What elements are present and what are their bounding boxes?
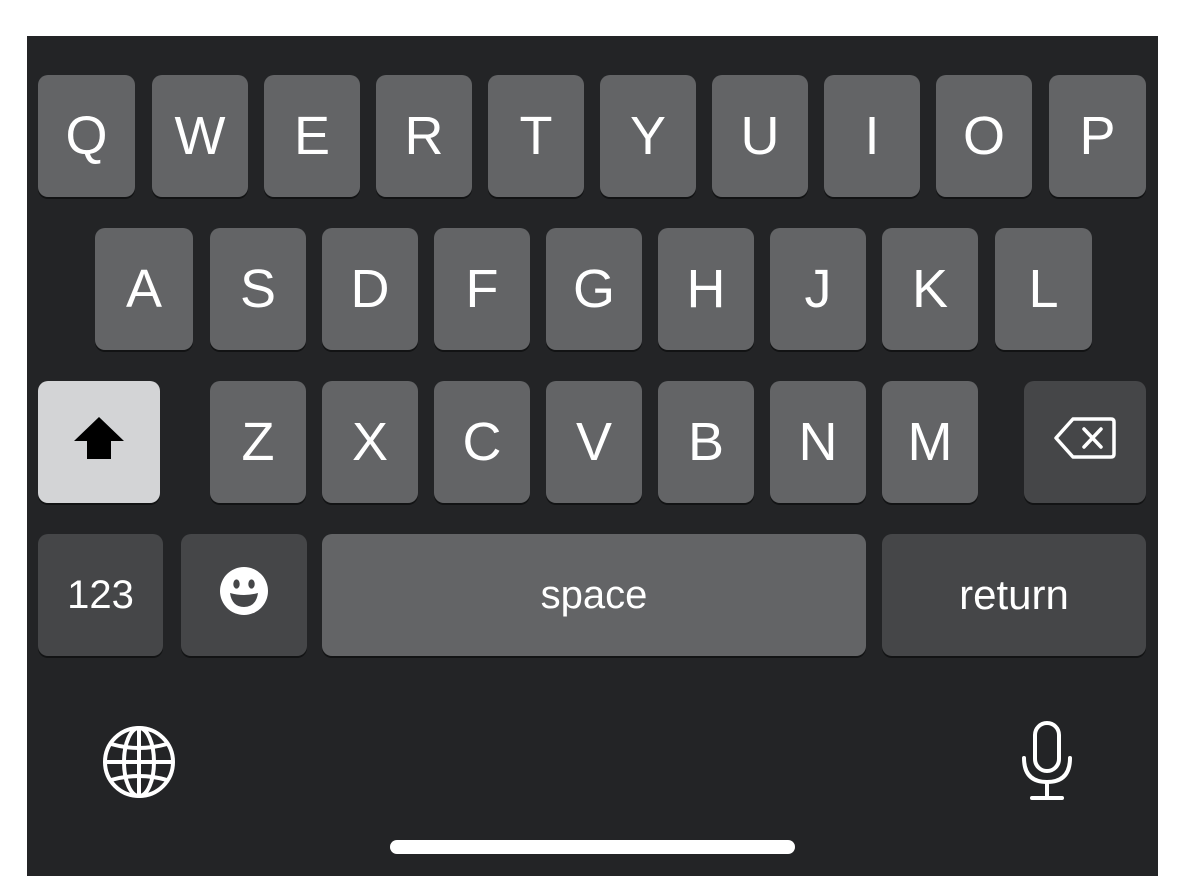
key-t[interactable]: T [488, 75, 584, 197]
delete-key[interactable] [1024, 381, 1146, 503]
return-label: return [959, 571, 1069, 618]
key-label: P [1079, 106, 1116, 166]
key-label: I [864, 106, 880, 166]
key-label: V [575, 412, 613, 472]
key-label: A [125, 259, 163, 319]
key-o[interactable]: O [936, 75, 1032, 197]
key-label: L [1028, 259, 1059, 319]
key-l[interactable]: L [995, 228, 1092, 350]
key-k[interactable]: K [882, 228, 978, 350]
key-m[interactable]: M [882, 381, 978, 503]
key-r[interactable]: R [376, 75, 472, 197]
return-key[interactable]: return [882, 534, 1146, 656]
space-key[interactable]: space [322, 534, 866, 656]
numbers-label: 123 [67, 573, 134, 617]
key-label: W [174, 106, 226, 166]
microphone-icon [1019, 720, 1075, 807]
key-i[interactable]: I [824, 75, 920, 197]
key-v[interactable]: V [546, 381, 642, 503]
key-label: D [350, 259, 390, 319]
key-label: R [404, 106, 444, 166]
key-label: B [687, 412, 725, 472]
key-label: F [465, 259, 499, 319]
microphone-button[interactable] [1017, 720, 1077, 807]
emoji-smile-icon [219, 566, 269, 625]
key-w[interactable]: W [152, 75, 248, 197]
key-h[interactable]: H [658, 228, 754, 350]
shift-key[interactable] [38, 381, 160, 503]
key-label: Z [241, 412, 275, 472]
key-label: X [351, 412, 389, 472]
key-y[interactable]: Y [600, 75, 696, 197]
home-indicator [390, 840, 795, 854]
key-q[interactable]: Q [38, 75, 135, 197]
key-x[interactable]: X [322, 381, 418, 503]
key-u[interactable]: U [712, 75, 808, 197]
shift-arrow-icon [72, 415, 126, 470]
key-p[interactable]: P [1049, 75, 1146, 197]
emoji-key[interactable] [181, 534, 307, 656]
key-z[interactable]: Z [210, 381, 306, 503]
key-label: J [804, 259, 832, 319]
key-label: Q [65, 106, 108, 166]
key-label: C [462, 412, 502, 472]
key-c[interactable]: C [434, 381, 530, 503]
key-d[interactable]: D [322, 228, 418, 350]
key-label: N [798, 412, 838, 472]
globe-button[interactable] [101, 725, 177, 804]
key-n[interactable]: N [770, 381, 866, 503]
key-j[interactable]: J [770, 228, 866, 350]
key-e[interactable]: E [264, 75, 360, 197]
key-label: S [239, 259, 277, 319]
backspace-icon [1053, 415, 1117, 469]
key-a[interactable]: A [95, 228, 193, 350]
key-label: T [519, 106, 553, 166]
key-label: Y [629, 106, 667, 166]
key-s[interactable]: S [210, 228, 306, 350]
key-label: H [686, 259, 726, 319]
key-b[interactable]: B [658, 381, 754, 503]
key-f[interactable]: F [434, 228, 530, 350]
numbers-key[interactable]: 123 [38, 534, 163, 656]
key-label: M [907, 412, 953, 472]
key-label: K [911, 259, 949, 319]
space-label: space [540, 573, 648, 617]
key-label: E [293, 106, 331, 166]
keyboard: Q W E R T Y U I O P A S D F G H J K L Z … [27, 36, 1158, 876]
key-label: G [572, 259, 615, 319]
key-label: U [740, 106, 780, 166]
key-label: O [962, 106, 1005, 166]
globe-icon [102, 725, 176, 804]
key-g[interactable]: G [546, 228, 642, 350]
